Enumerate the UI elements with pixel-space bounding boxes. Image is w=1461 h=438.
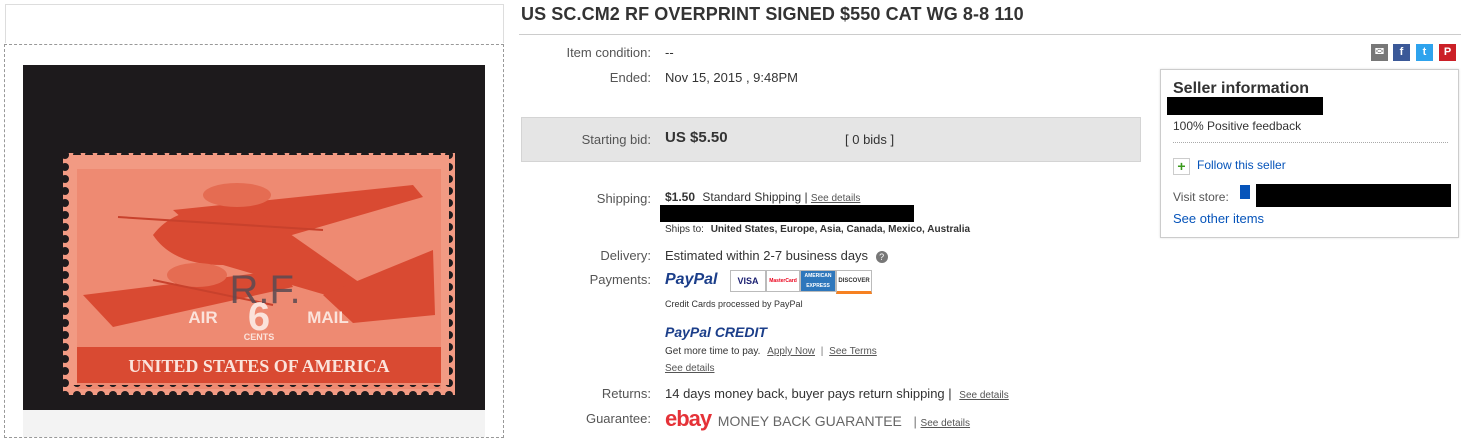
credit-card-note: Credit Cards processed by PayPal: [665, 299, 803, 309]
redacted-block: [660, 205, 914, 222]
apply-now-link[interactable]: Apply Now: [767, 346, 815, 357]
title-divider: [519, 34, 1461, 35]
paypal-credit-logo: PayPal CREDIT: [665, 324, 767, 340]
redacted-store-name: [1256, 184, 1451, 207]
facebook-icon[interactable]: f: [1393, 44, 1410, 61]
discover-icon: DISCOVER: [836, 270, 872, 294]
shipping-label: Shipping:: [596, 191, 651, 206]
ships-to-label: Ships to:: [665, 224, 704, 235]
stamp-photo[interactable]: UNITED STATES OF AMERICA AIR MAIL 6 CENT…: [23, 65, 485, 437]
paypal-see-details-link[interactable]: See details: [665, 363, 714, 374]
visa-icon: VISA: [730, 270, 766, 292]
paypal-logo: PayPal: [665, 271, 718, 288]
shipping-see-details[interactable]: See details: [811, 193, 860, 204]
item-title: US SC.CM2 RF OVERPRINT SIGNED $550 CAT W…: [521, 4, 1024, 24]
stamp-cents-text: CENTS: [244, 332, 275, 342]
ended-value: Nov 15, 2015 , 9:48PM: [665, 70, 798, 85]
guarantee-separator: |: [913, 414, 917, 429]
starting-bid-value: US $5.50: [665, 129, 728, 146]
bids-link[interactable]: [ 0 bids ]: [845, 132, 894, 147]
guarantee-label: Guarantee:: [585, 411, 651, 426]
seller-divider: [1173, 142, 1448, 143]
ended-label: Ended:: [609, 70, 651, 85]
credit-more-text: Get more time to pay.: [665, 346, 761, 357]
store-icon[interactable]: [1240, 185, 1250, 199]
visit-store-label: Visit store:: [1173, 190, 1229, 204]
help-icon[interactable]: ?: [875, 251, 888, 263]
payments-label: Payments:: [589, 272, 651, 287]
seller-info-box: Seller information 100% Positive feedbac…: [1160, 69, 1459, 238]
see-terms-link[interactable]: See Terms: [829, 346, 877, 357]
returns-label: Returns:: [601, 386, 651, 401]
delivery-value: Estimated within 2-7 business days: [665, 248, 869, 263]
image-header-area: [5, 4, 504, 43]
plus-icon[interactable]: +: [1173, 158, 1190, 175]
stamp-air-text: AIR: [188, 308, 217, 327]
pinterest-icon[interactable]: P: [1439, 44, 1456, 61]
money-back-guarantee-text: MONEY BACK GUARANTEE: [717, 413, 902, 429]
amex-icon: AMERICAN EXPRESS: [800, 270, 836, 292]
returns-see-details[interactable]: See details: [959, 390, 1008, 401]
shipping-method: Standard Shipping |: [702, 190, 808, 204]
seller-info-heading: Seller information: [1173, 80, 1310, 97]
seller-feedback: 100% Positive feedback: [1173, 119, 1302, 133]
stamp-mail-text: MAIL: [307, 308, 349, 327]
condition-label: Item condition:: [566, 45, 651, 60]
mastercard-icon: MasterCard: [766, 270, 800, 292]
stamp-overprint-text: R.F.: [229, 268, 300, 312]
follow-seller-link[interactable]: Follow this seller: [1197, 158, 1286, 172]
starting-bid-label: Starting bid:: [581, 132, 651, 147]
guarantee-see-details[interactable]: See details: [921, 418, 970, 429]
item-image-viewer[interactable]: UNITED STATES OF AMERICA AIR MAIL 6 CENT…: [4, 44, 504, 438]
condition-value: --: [665, 45, 674, 60]
stamp-country-text: UNITED STATES OF AMERICA: [128, 356, 389, 376]
see-other-items-link[interactable]: See other items: [1173, 211, 1264, 226]
twitter-icon[interactable]: t: [1416, 44, 1433, 61]
ships-to-value: United States, Europe, Asia, Canada, Mex…: [710, 224, 971, 235]
returns-value: 14 days money back, buyer pays return sh…: [665, 386, 952, 401]
shipping-price: $1.50: [665, 190, 696, 204]
redacted-seller-name: [1167, 97, 1323, 115]
ebay-logo: ebay: [665, 406, 712, 431]
delivery-label: Delivery:: [600, 248, 651, 263]
email-icon[interactable]: ✉: [1371, 44, 1388, 61]
